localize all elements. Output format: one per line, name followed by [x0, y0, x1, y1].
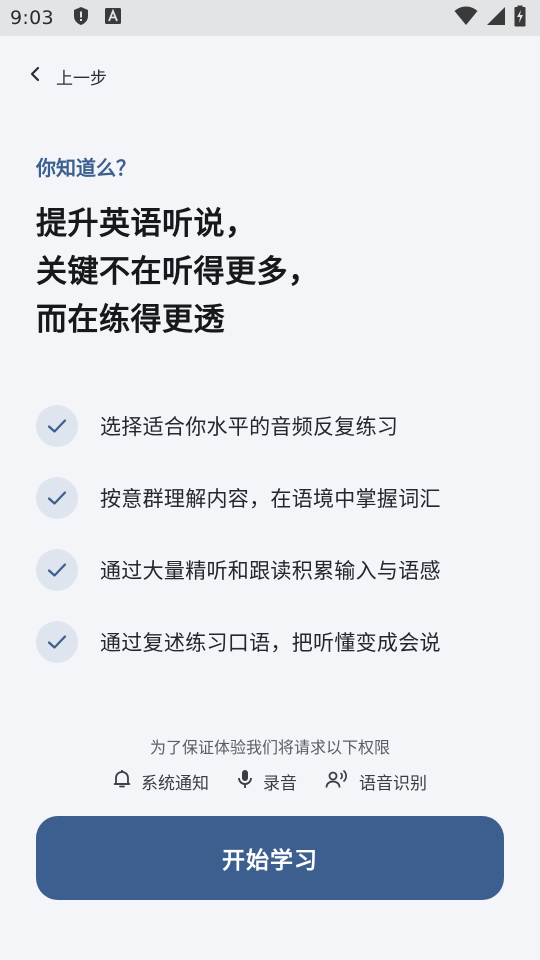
headline: 提升英语听说， 关键不在听得更多， 而在练得更透 — [36, 200, 506, 344]
voice-recognition-icon — [325, 769, 349, 794]
back-button[interactable]: 上一步 — [28, 60, 107, 92]
permission-label: 语音识别 — [359, 773, 427, 794]
feature-item: 按意群理解内容，在语境中掌握词汇 — [36, 476, 516, 520]
cellular-icon — [486, 6, 506, 30]
permission-note: 为了保证体验我们将请求以下权限 — [149, 738, 390, 757]
permission-item-speech: 语音识别 — [325, 769, 427, 794]
feature-item: 通过大量精听和跟读积累输入与语感 — [36, 548, 516, 592]
feature-text: 通过复述练习口语，把听懂变成会说 — [100, 631, 441, 655]
battery-charging-icon — [514, 5, 526, 31]
headline-line: 而在练得更透 — [36, 302, 225, 338]
headline-line: 关键不在听得更多， — [36, 254, 320, 290]
feature-item: 选择适合你水平的音频反复练习 — [36, 404, 516, 448]
shield-icon — [72, 6, 90, 30]
chevron-left-icon — [28, 65, 42, 87]
permission-label: 录音 — [263, 773, 297, 794]
check-icon — [36, 549, 78, 591]
feature-list: 选择适合你水平的音频反复练习 按意群理解内容，在语境中掌握词汇 通过大量精听和跟… — [36, 404, 516, 692]
bell-icon — [113, 769, 131, 794]
back-label: 上一步 — [56, 68, 107, 89]
permission-list: 系统通知 录音 语音识别 — [0, 766, 540, 796]
a-notification-icon — [104, 7, 122, 29]
check-icon — [36, 621, 78, 663]
status-bar: 9:03 — [0, 0, 540, 36]
eyebrow-text: 你知道么？ — [36, 156, 136, 180]
headline-line: 提升英语听说， — [36, 206, 257, 242]
status-right-icons — [454, 5, 526, 31]
feature-text: 通过大量精听和跟读积累输入与语感 — [100, 559, 441, 583]
status-time: 9:03 — [10, 7, 54, 29]
feature-item: 通过复述练习口语，把听懂变成会说 — [36, 620, 516, 664]
start-learning-button[interactable]: 开始学习 — [36, 816, 504, 900]
permission-item-notification: 系统通知 — [113, 769, 209, 794]
feature-text: 按意群理解内容，在语境中掌握词汇 — [100, 487, 441, 511]
status-left-icons — [72, 6, 122, 30]
feature-text: 选择适合你水平的音频反复练习 — [100, 415, 399, 439]
wifi-icon — [454, 6, 478, 30]
check-icon — [36, 405, 78, 447]
permission-item-record: 录音 — [237, 769, 297, 794]
check-icon — [36, 477, 78, 519]
permission-label: 系统通知 — [141, 773, 209, 794]
microphone-icon — [237, 769, 253, 794]
